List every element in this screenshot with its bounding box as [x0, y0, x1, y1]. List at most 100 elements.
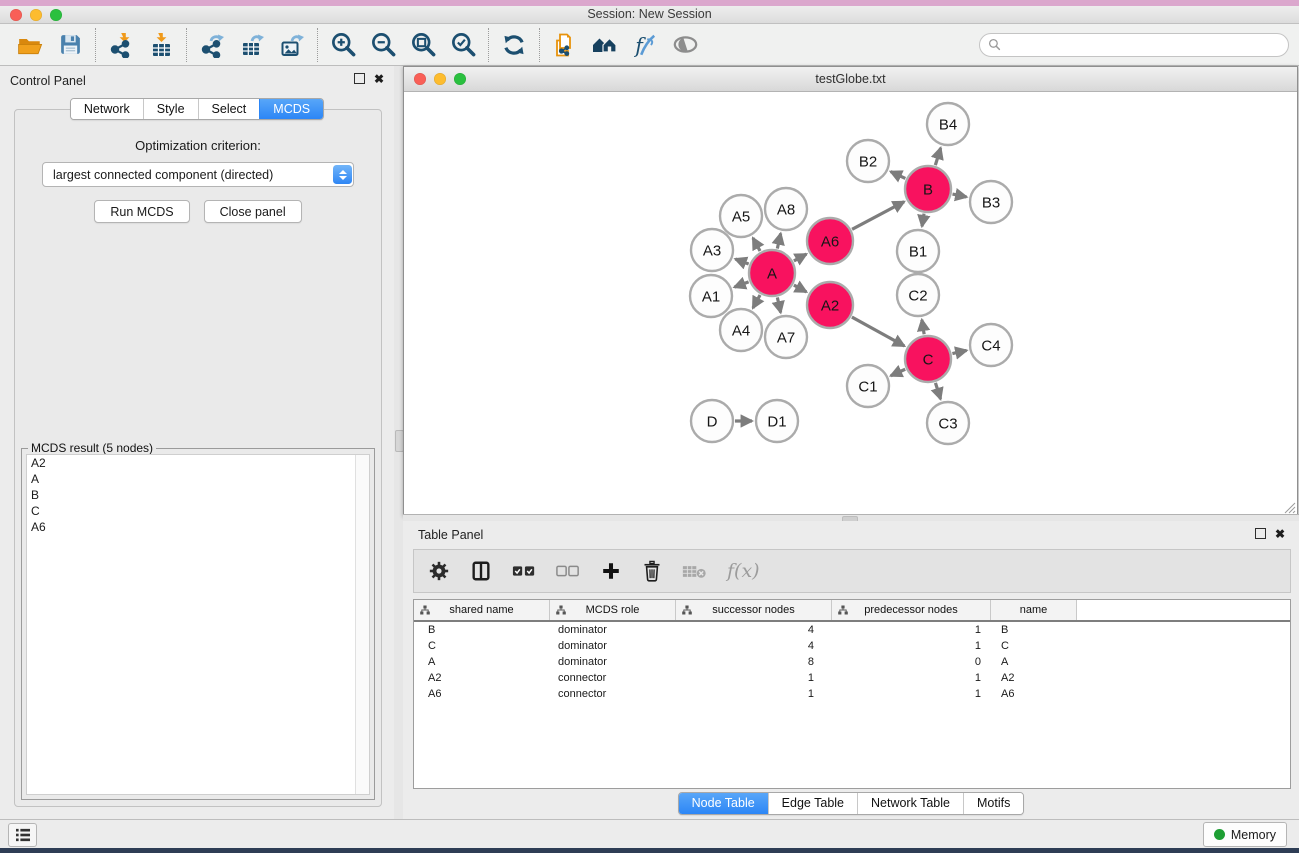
edge-A-A6[interactable] — [794, 254, 806, 261]
scrollbar-track[interactable] — [355, 455, 369, 794]
table-row[interactable]: Adominator80A — [414, 654, 1290, 670]
network-window-titlebar[interactable]: testGlobe.txt — [404, 67, 1297, 92]
edge-C-C1[interactable] — [891, 369, 905, 375]
zoom-fit-button[interactable] — [403, 27, 443, 63]
edge-A2-C[interactable] — [852, 317, 904, 346]
node-A8[interactable]: A8 — [765, 188, 807, 230]
function-builder-button[interactable]: f(x) — [727, 560, 760, 582]
search-input[interactable] — [1006, 37, 1280, 53]
cell[interactable]: 8 — [676, 656, 832, 668]
edge-C-C3[interactable] — [935, 383, 940, 399]
memory-button[interactable]: Memory — [1203, 822, 1287, 847]
tab-edge-table[interactable]: Edge Table — [768, 793, 857, 814]
node-C2[interactable]: C2 — [897, 274, 939, 316]
select-all-columns-button[interactable] — [512, 563, 536, 579]
unselect-all-columns-button[interactable] — [556, 563, 580, 579]
cell[interactable]: C — [991, 640, 1077, 652]
cell[interactable]: A — [414, 656, 550, 668]
mcds-result-item[interactable]: A2 — [27, 455, 369, 471]
node-D1[interactable]: D1 — [756, 400, 798, 442]
create-column-button[interactable] — [600, 560, 622, 582]
cell[interactable]: 1 — [676, 688, 832, 700]
clone-network-button[interactable] — [545, 27, 585, 63]
cell[interactable]: 1 — [676, 672, 832, 684]
node-A2[interactable]: A2 — [807, 282, 853, 328]
column-header-shared-name[interactable]: shared name — [414, 600, 550, 620]
float-panel-icon[interactable] — [354, 73, 365, 84]
cell[interactable]: connector — [550, 688, 676, 700]
close-panel-button[interactable]: Close panel — [204, 200, 302, 223]
edge-A-A4[interactable] — [753, 295, 760, 308]
eye-button[interactable] — [665, 27, 705, 63]
save-session-button[interactable] — [50, 27, 90, 63]
edge-A-A1[interactable] — [734, 282, 748, 287]
task-history-button[interactable] — [8, 823, 37, 847]
edge-A6-B[interactable] — [852, 202, 904, 230]
edge-A-A3[interactable] — [735, 259, 748, 264]
node-C1[interactable]: C1 — [847, 365, 889, 407]
cell[interactable]: 1 — [832, 624, 991, 636]
tab-motifs[interactable]: Motifs — [963, 793, 1023, 814]
node-C[interactable]: C — [905, 336, 951, 382]
edge-C-C4[interactable] — [952, 350, 966, 353]
node-B2[interactable]: B2 — [847, 140, 889, 182]
cell[interactable]: B — [414, 624, 550, 636]
edge-B-B2[interactable] — [891, 172, 906, 179]
import-network-button[interactable] — [101, 27, 141, 63]
edge-A-A7[interactable] — [777, 297, 780, 312]
node-A5[interactable]: A5 — [720, 195, 762, 237]
cell[interactable]: 4 — [676, 624, 832, 636]
cell[interactable]: C — [414, 640, 550, 652]
column-header-name[interactable]: name — [991, 600, 1077, 620]
tab-mcds[interactable]: MCDS — [259, 99, 323, 119]
cell[interactable]: 1 — [832, 640, 991, 652]
node-B[interactable]: B — [905, 166, 951, 212]
node-A3[interactable]: A3 — [691, 229, 733, 271]
cell[interactable]: 4 — [676, 640, 832, 652]
tab-select[interactable]: Select — [198, 99, 260, 119]
open-session-button[interactable] — [10, 27, 50, 63]
cell[interactable]: B — [991, 624, 1077, 636]
cell[interactable]: A6 — [414, 688, 550, 700]
node-table[interactable]: shared nameMCDS rolesuccessor nodesprede… — [413, 599, 1291, 789]
tab-node-table[interactable]: Node Table — [679, 793, 768, 814]
cell[interactable]: A2 — [991, 672, 1077, 684]
node-B4[interactable]: B4 — [927, 103, 969, 145]
mcds-result-item[interactable]: B — [27, 487, 369, 503]
criterion-select[interactable]: largest connected component (directed) — [42, 162, 354, 187]
edge-A-A8[interactable] — [777, 233, 780, 248]
function-button[interactable]: f — [625, 27, 665, 63]
table-row[interactable]: Cdominator41C — [414, 638, 1290, 654]
show-columns-button[interactable] — [470, 560, 492, 582]
close-table-panel-icon[interactable]: ✖ — [1275, 529, 1285, 539]
node-D[interactable]: D — [691, 400, 733, 442]
table-row[interactable]: A6connector11A6 — [414, 686, 1290, 702]
edge-B-B3[interactable] — [952, 194, 966, 197]
mcds-result-item[interactable]: A6 — [27, 519, 369, 535]
search-field[interactable] — [979, 33, 1289, 57]
tab-network-table[interactable]: Network Table — [857, 793, 963, 814]
mcds-result-list[interactable]: A2ABCA6 — [26, 454, 370, 795]
tab-style[interactable]: Style — [143, 99, 198, 119]
import-table-button[interactable] — [141, 27, 181, 63]
node-B3[interactable]: B3 — [970, 181, 1012, 223]
edge-A-A5[interactable] — [753, 238, 760, 251]
close-panel-icon[interactable]: ✖ — [374, 74, 384, 84]
cybrowser-button[interactable] — [585, 27, 625, 63]
zoom-selected-button[interactable] — [443, 27, 483, 63]
cell[interactable]: A — [991, 656, 1077, 668]
delete-table-button[interactable] — [682, 563, 707, 580]
node-A7[interactable]: A7 — [765, 316, 807, 358]
node-A[interactable]: A — [749, 250, 795, 296]
cell[interactable]: 0 — [832, 656, 991, 668]
cell[interactable]: dominator — [550, 656, 676, 668]
export-network-button[interactable] — [192, 27, 232, 63]
edge-C-C2[interactable] — [922, 320, 924, 335]
tab-network[interactable]: Network — [71, 99, 143, 119]
node-B1[interactable]: B1 — [897, 230, 939, 272]
edge-A-A2[interactable] — [794, 285, 806, 292]
cell[interactable]: dominator — [550, 640, 676, 652]
mcds-result-item[interactable]: A — [27, 471, 369, 487]
column-header-successor-nodes[interactable]: successor nodes — [676, 600, 832, 620]
cell[interactable]: A6 — [991, 688, 1077, 700]
